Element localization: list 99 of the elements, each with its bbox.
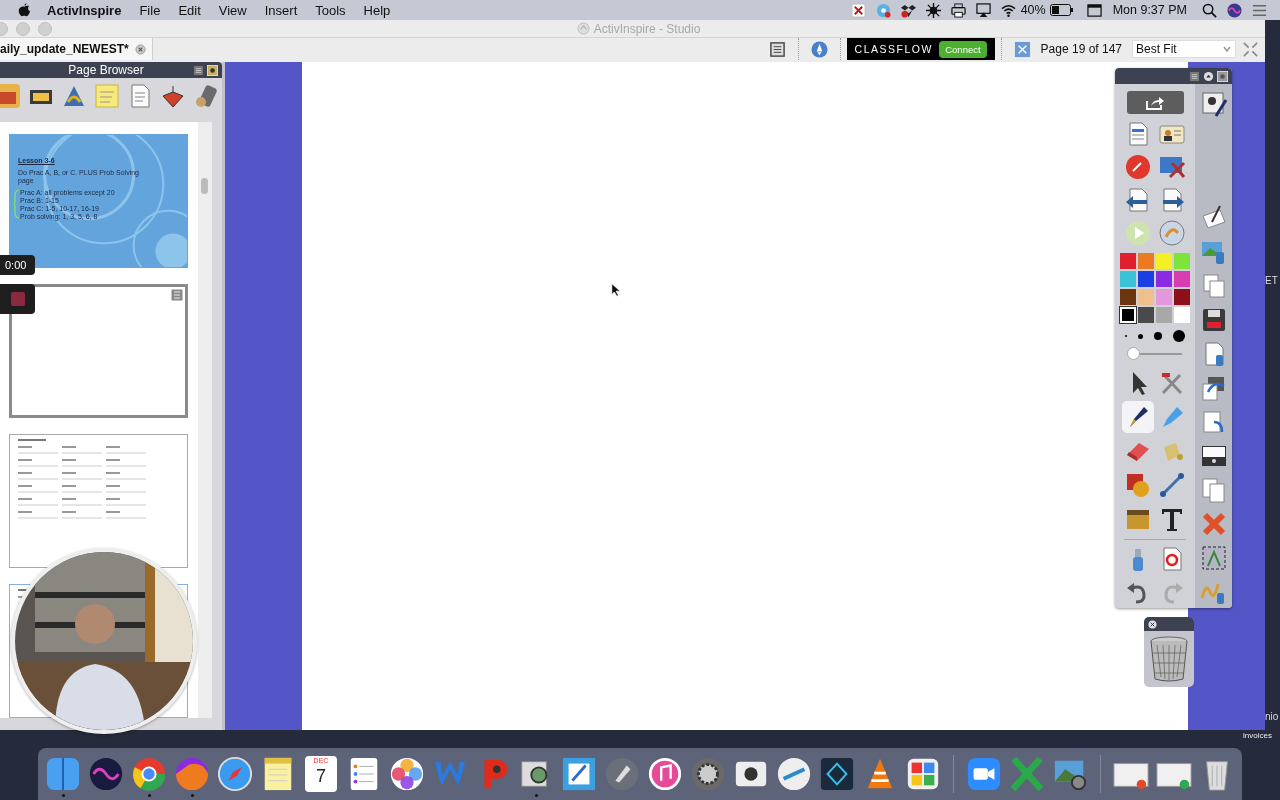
- menu-item[interactable]: Help: [363, 2, 391, 18]
- pages-icon[interactable]: [1199, 476, 1228, 504]
- share-button[interactable]: [1126, 91, 1184, 114]
- close-box-icon[interactable]: [850, 2, 866, 18]
- selection-icon[interactable]: [1199, 544, 1228, 572]
- document-icon[interactable]: [768, 40, 786, 58]
- page-menu-icon[interactable]: [171, 289, 183, 301]
- color-swatch[interactable]: [1138, 271, 1154, 287]
- desktop-label: nio: [1265, 711, 1279, 722]
- desktop-label: invoices: [1243, 731, 1273, 740]
- color-swatch[interactable]: [1174, 289, 1190, 305]
- caret-icon[interactable]: [1222, 44, 1232, 54]
- calendar-grid-icon[interactable]: [1086, 2, 1102, 18]
- compass-icon[interactable]: [217, 756, 253, 792]
- color-swatch[interactable]: [1174, 307, 1190, 323]
- music-note-icon[interactable]: [647, 756, 683, 792]
- classflow-logo-text: CLASSFLOW: [854, 43, 933, 55]
- desktop-label: ET: [1265, 275, 1278, 286]
- pointer-icon: [611, 282, 621, 297]
- color-swatch[interactable]: [1174, 271, 1190, 287]
- brace-icon: [14, 189, 20, 219]
- close-icon[interactable]: [134, 43, 146, 55]
- recording-timer: 0:00: [0, 255, 35, 275]
- portrait-pen-icon[interactable]: [1199, 90, 1228, 118]
- wifi-icon[interactable]: [1000, 2, 1016, 18]
- menu-item[interactable]: Insert: [264, 2, 298, 18]
- menu-icon[interactable]: [1189, 70, 1200, 82]
- menu-item[interactable]: Tools: [315, 2, 346, 18]
- page-grid-icon[interactable]: [1013, 40, 1031, 58]
- menu-item[interactable]: File: [139, 2, 161, 18]
- folder-icon[interactable]: [0, 82, 22, 110]
- menu-item[interactable]: View: [218, 2, 247, 18]
- pin-icon[interactable]: [1217, 70, 1228, 82]
- wheel-icon[interactable]: [131, 756, 167, 792]
- app-menu[interactable]: ActivInspire: [47, 2, 122, 18]
- color-swatch[interactable]: [1156, 271, 1172, 287]
- zoom-dropdown[interactable]: Best Fit: [1132, 40, 1236, 58]
- menu-icon[interactable]: [193, 64, 204, 76]
- clock: Mon 9:37 PM: [1112, 3, 1187, 17]
- color-swatch[interactable]: [1156, 253, 1172, 269]
- pen-size-dot[interactable]: [1154, 332, 1162, 340]
- menu-item[interactable]: Edit: [178, 2, 201, 18]
- color-swatch[interactable]: [1138, 307, 1154, 323]
- collapse-icon[interactable]: [1203, 70, 1214, 82]
- apple-icon[interactable]: [18, 2, 31, 18]
- pen-size-dot[interactable]: [1173, 330, 1185, 342]
- fountain-pen-icon[interactable]: [1124, 403, 1152, 431]
- scanner-icon[interactable]: [776, 756, 812, 792]
- boxes-icon[interactable]: [900, 2, 916, 18]
- battery-icon[interactable]: [1049, 4, 1074, 16]
- pen-board-icon[interactable]: [561, 756, 597, 792]
- color-swatch[interactable]: [1138, 289, 1154, 305]
- video-camera-icon[interactable]: [966, 756, 1002, 792]
- list-icon[interactable]: [1252, 2, 1267, 18]
- color-swatch[interactable]: [1120, 289, 1136, 305]
- app-logo-icon: [576, 22, 590, 35]
- trash-bin-icon[interactable]: [1149, 635, 1189, 683]
- gear-icon[interactable]: [690, 756, 726, 792]
- panel-title: Page Browser: [67, 63, 145, 77]
- pen-size-dot[interactable]: [1138, 333, 1143, 339]
- cube-icon[interactable]: [819, 756, 855, 792]
- color-swatch[interactable]: [1138, 253, 1154, 269]
- scrollbar-thumb[interactable]: [201, 178, 208, 194]
- puzzle-grid-icon[interactable]: [905, 756, 941, 792]
- connector-icon[interactable]: [1158, 471, 1186, 499]
- flower-icon[interactable]: [389, 756, 425, 792]
- share-icon: [1145, 95, 1165, 110]
- fox-globe-icon[interactable]: [174, 756, 210, 792]
- color-swatch[interactable]: [1120, 253, 1136, 269]
- calendar-day: 7: [316, 765, 326, 787]
- shapes-icon[interactable]: [1124, 471, 1152, 499]
- orb-icon[interactable]: [88, 756, 124, 792]
- running-indicator: [190, 794, 194, 797]
- screen-share-icon[interactable]: [975, 2, 991, 18]
- globe-icon[interactable]: [1158, 219, 1186, 247]
- color-swatch[interactable]: [1174, 253, 1190, 269]
- orb-icon[interactable]: [1227, 2, 1242, 18]
- page-counter: Page 19 of 147: [1040, 42, 1122, 56]
- battery-percentage: 40%: [1020, 3, 1046, 17]
- color-swatch[interactable]: [1120, 271, 1136, 287]
- running-indicator: [61, 794, 65, 797]
- running-indicator: [147, 794, 151, 797]
- pin-icon[interactable]: [207, 64, 218, 76]
- drawing-pad-icon[interactable]: [1199, 204, 1228, 232]
- color-swatch[interactable]: [1156, 289, 1172, 305]
- color-swatch[interactable]: [1156, 307, 1172, 323]
- disc-icon[interactable]: [875, 2, 891, 18]
- close-icon[interactable]: [1148, 619, 1157, 629]
- document-tab[interactable]: aily_update_NEWEST*: [0, 38, 153, 60]
- color-swatch[interactable]: [1120, 307, 1136, 323]
- fullscreen-icon[interactable]: [1242, 40, 1259, 58]
- page-thumbnail[interactable]: [9, 284, 188, 418]
- running-indicator: [534, 794, 538, 797]
- pen-circle-icon[interactable]: [1124, 153, 1152, 181]
- printer-icon[interactable]: [950, 2, 966, 18]
- window-title: ActivInspire - Studio: [593, 21, 701, 36]
- search-icon[interactable]: [1202, 2, 1217, 18]
- sun-icon[interactable]: [925, 2, 941, 18]
- width-slider-thumb[interactable]: [1127, 347, 1141, 360]
